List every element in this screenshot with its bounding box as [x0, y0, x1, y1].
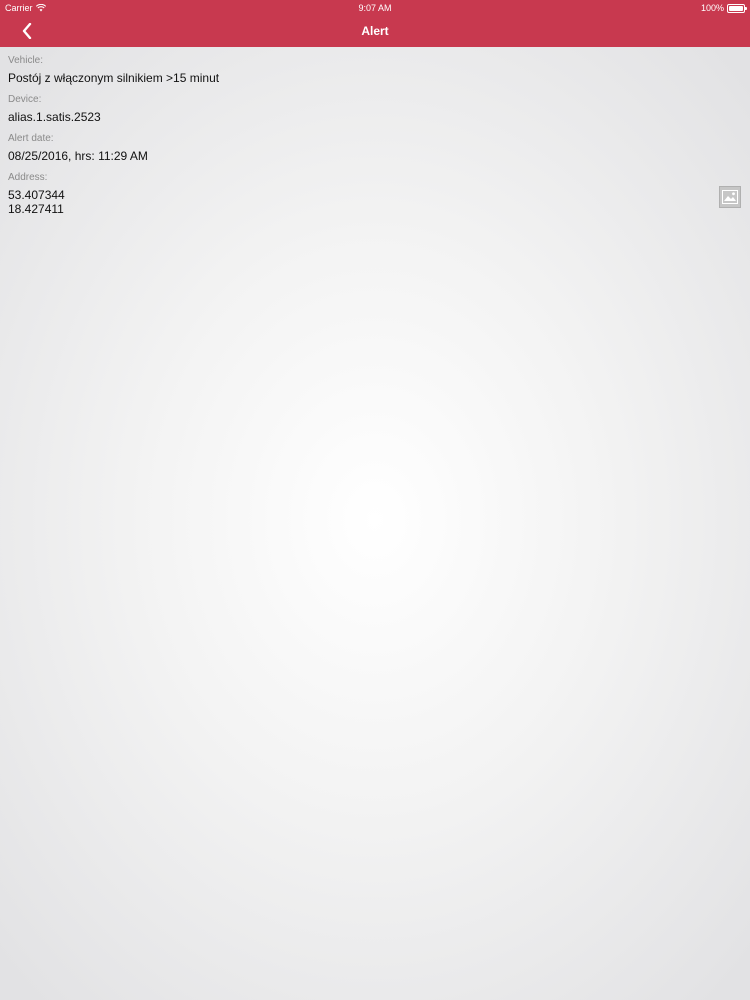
alert-date-label: Alert date: — [8, 133, 54, 144]
battery-icon — [727, 3, 747, 13]
status-time: 9:07 AM — [358, 3, 392, 13]
alert-details: Vehicle: Postój z włączonym silnikiem >1… — [8, 55, 750, 225]
vehicle-label: Vehicle: — [8, 55, 44, 66]
vehicle-field: Vehicle: Postój z włączonym silnikiem >1… — [8, 55, 750, 85]
battery-info: 100% — [700, 3, 747, 13]
device-field: Device: alias.1.satis.2523 — [8, 94, 750, 124]
address-field: Address: 53.407344 18.427411 — [8, 172, 750, 216]
device-label: Device: — [8, 94, 42, 105]
show-map-button[interactable] — [719, 186, 741, 208]
status-bar: Carrier 9:07 AM 100% — [0, 0, 750, 16]
address-latitude: 53.407344 — [8, 188, 65, 202]
page-title: Alert — [361, 24, 389, 38]
alert-date-field: Alert date: 08/25/2016, hrs: 11:29 AM — [8, 133, 750, 163]
navigation-bar: Alert — [0, 16, 750, 47]
battery-percent: 100% — [700, 3, 724, 13]
alert-date-value: 08/25/2016, hrs: 11:29 AM — [8, 149, 148, 163]
map-icon — [722, 190, 738, 204]
address-label: Address: — [8, 172, 48, 183]
vehicle-value: Postój z włączonym silnikiem >15 minut — [8, 71, 220, 85]
top-bar: Carrier 9:07 AM 100% Alert — [0, 0, 750, 47]
address-longitude: 18.427411 — [8, 202, 64, 216]
device-value: alias.1.satis.2523 — [8, 110, 101, 124]
